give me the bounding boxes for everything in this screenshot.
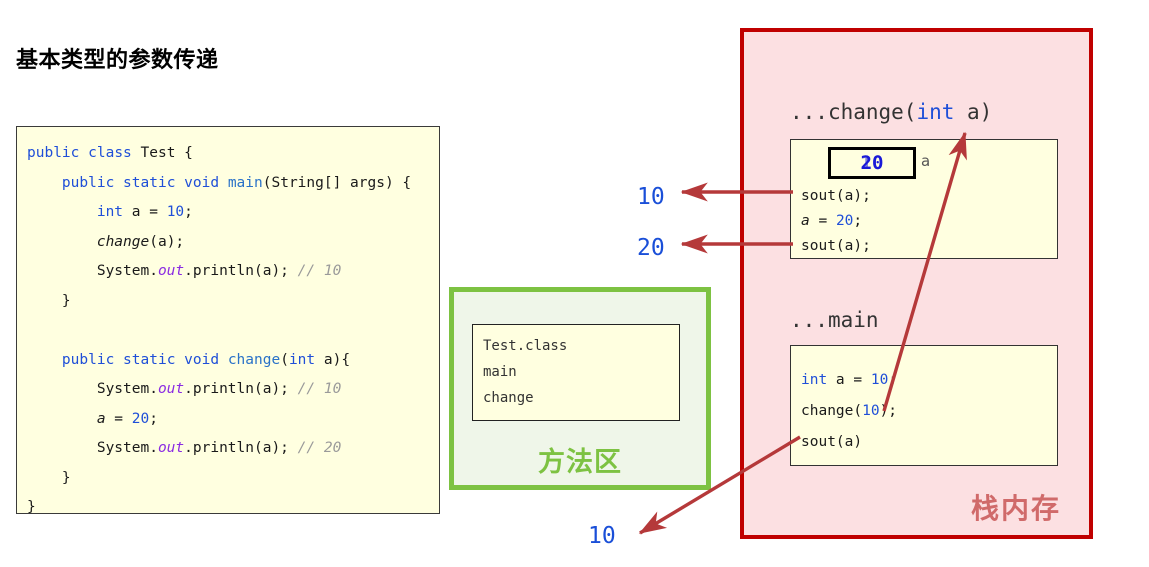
code-line: public class Test { xyxy=(27,145,193,161)
annotation-output-10-bottom: 10 xyxy=(588,523,616,549)
method-area-entry: main xyxy=(483,364,517,380)
variable-slot-a: 10 20 xyxy=(828,147,916,179)
frame-title-arg: a) xyxy=(954,100,993,124)
frame-title-prefix: ... xyxy=(790,100,828,124)
code-line: public static void change(int a){ xyxy=(61,351,351,368)
page-title: 基本类型的参数传递 xyxy=(16,48,219,73)
frame-code-line: sout(a); xyxy=(801,239,871,254)
annotation-output-20-mid: 20 xyxy=(637,235,665,261)
method-area-entry: Test.class xyxy=(483,338,568,354)
method-area-label: 方法区 xyxy=(538,447,622,478)
stack-frame-main-title: ...main xyxy=(790,308,879,332)
stack-frame-change-box: 10 20 a sout(a); a = 20; sout(a); xyxy=(790,139,1058,259)
frame-code-text: sout(a); xyxy=(801,238,871,254)
java-code-block: public class Test { public static void m… xyxy=(16,126,440,515)
frame-code-text: sout(a); xyxy=(801,188,871,204)
variable-new-value: 20 xyxy=(860,152,884,174)
frame-title-prefix: ... xyxy=(790,308,828,332)
frame-title-method: change( xyxy=(827,100,917,124)
frame-code-line: sout(a); xyxy=(801,189,871,204)
frame-title-type: int xyxy=(916,100,955,124)
method-area-entries: Test.class main change xyxy=(472,324,680,421)
stack-frame-main-box: int a = 10; change(10); sout(a) xyxy=(790,345,1058,466)
frame-code-text: sout(a) xyxy=(801,434,863,450)
code-line: } xyxy=(27,469,71,486)
code-line: int a = 10; xyxy=(96,204,193,220)
code-line: a = 20; xyxy=(96,410,158,427)
frame-code-line: change(10); xyxy=(801,403,898,419)
code-line: System.out.println(a); // 10 xyxy=(27,381,342,397)
code-line: } xyxy=(27,499,36,515)
code-line: System.out.println(a); // 10 xyxy=(27,263,342,279)
stack-memory-label: 栈内存 xyxy=(970,492,1061,525)
method-area-box: Test.class main change 方法区 xyxy=(449,287,711,490)
frame-code-line: int a = 10; xyxy=(801,372,898,388)
frame-code-line: a = 20; xyxy=(801,213,863,229)
code-line: System.out.println(a); // 20 xyxy=(27,440,342,456)
variable-name-label: a xyxy=(921,152,931,170)
frame-code-line: sout(a) xyxy=(801,435,862,450)
slide-canvas: 基本类型的参数传递 public class Test { public sta… xyxy=(0,0,1149,567)
code-line: change(a); xyxy=(96,233,185,250)
code-line: public static void main(String[] args) { xyxy=(61,174,412,191)
code-line: } xyxy=(27,292,71,309)
method-area-entry: change xyxy=(483,390,534,406)
frame-title-method: main xyxy=(827,308,879,332)
stack-frame-change-title: ...change(int a) xyxy=(790,100,992,124)
annotation-output-10-top: 10 xyxy=(637,184,665,210)
